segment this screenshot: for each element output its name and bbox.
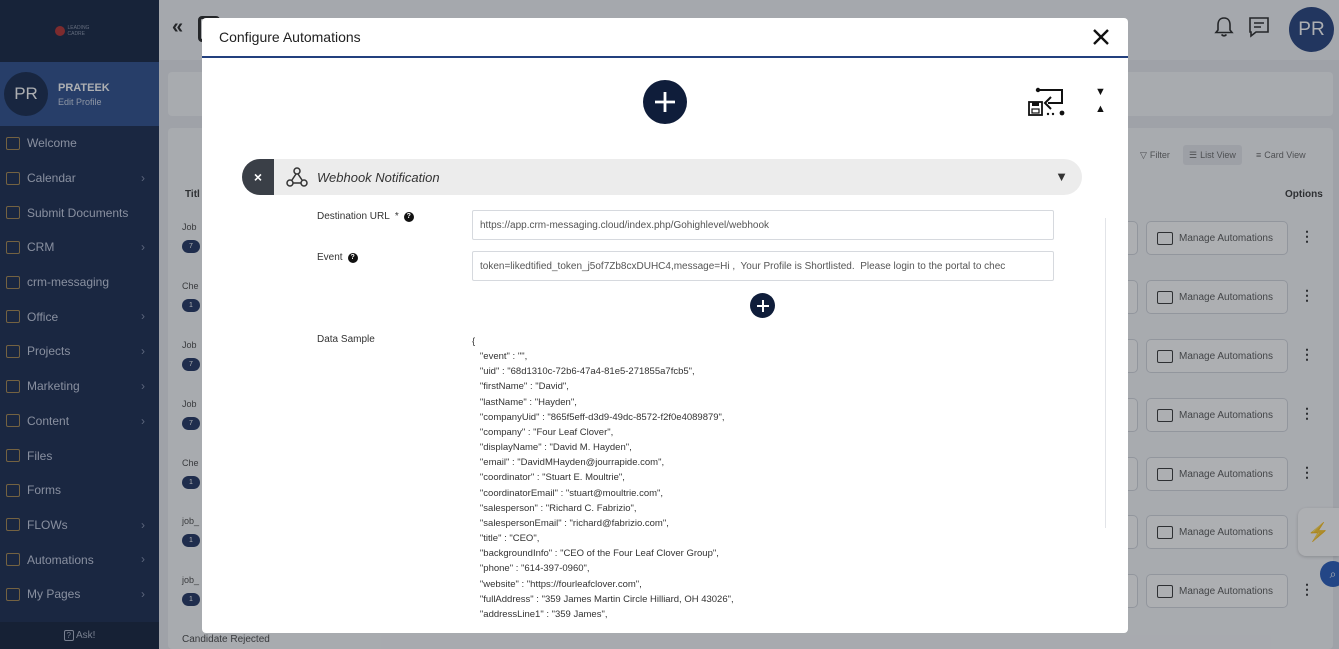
- help-icon[interactable]: ?: [347, 252, 358, 263]
- event-input[interactable]: [472, 251, 1054, 281]
- data-sample-line: "event" : "",: [472, 351, 528, 363]
- data-sample-label: Data Sample: [317, 334, 375, 345]
- close-icon[interactable]: [1090, 26, 1112, 48]
- required-marker: *: [394, 211, 399, 222]
- destination-url-label: Destination URL * ?: [317, 211, 414, 222]
- data-sample-line: "addressLine1" : "359 James",: [472, 608, 608, 620]
- data-sample-line: "fullAddress" : "359 James Martin Circle…: [472, 593, 734, 605]
- data-sample-line: {: [472, 336, 476, 347]
- event-label: Event ?: [317, 252, 358, 263]
- plus-icon: [756, 299, 769, 312]
- destination-url-input[interactable]: [472, 210, 1054, 240]
- data-sample-line: "uid" : "68d1310c-72b6-47a4-81e5-271855a…: [472, 366, 695, 378]
- data-sample-line: "coordinator" : "Stuart E. Moultrie",: [472, 472, 625, 484]
- plus-icon: [655, 92, 675, 112]
- move-down-icon[interactable]: ▼: [1095, 86, 1106, 98]
- data-sample-line: "firstName" : "David",: [472, 381, 569, 393]
- event-text: Event: [317, 252, 343, 263]
- webhook-icon: [286, 167, 308, 187]
- move-up-icon[interactable]: ▲: [1095, 103, 1106, 115]
- data-sample-line: "backgroundInfo" : "CEO of the Four Leaf…: [472, 548, 719, 560]
- webhook-notification-step[interactable]: × Webhook Notification ▼: [242, 159, 1082, 195]
- data-sample-line: "email" : "DavidMHayden@jourrapide.com",: [472, 457, 665, 469]
- save-automation-icon[interactable]: [1028, 87, 1066, 117]
- modal-header: Configure Automations: [202, 18, 1128, 58]
- data-sample-line: "salespersonEmail" : "richard@fabrizio.c…: [472, 517, 669, 529]
- help-icon[interactable]: ?: [403, 211, 414, 222]
- data-sample-line: "displayName" : "David M. Hayden",: [472, 442, 632, 454]
- modal-title: Configure Automations: [219, 29, 361, 45]
- data-sample-line: "companyUid" : "865f5eff-d3d9-49dc-8572-…: [472, 411, 725, 423]
- data-sample-line: "phone" : "614-397-0960",: [472, 563, 590, 575]
- add-parameter-button[interactable]: [750, 293, 775, 318]
- expand-caret-icon[interactable]: ▼: [1055, 169, 1068, 184]
- data-sample-line: "website" : "https://fourleafclover.com"…: [472, 578, 642, 590]
- webhook-step-label: Webhook Notification: [317, 169, 440, 185]
- scrollbar-track[interactable]: [1105, 218, 1106, 528]
- data-sample-text: Data Sample: [317, 334, 375, 345]
- configure-automations-modal: Configure Automations ▼ ▲ × Webhook Noti…: [202, 18, 1128, 633]
- data-sample-line: "salesperson" : "Richard C. Fabrizio",: [472, 502, 637, 514]
- data-sample-line: "lastName" : "Hayden",: [472, 396, 577, 408]
- data-sample-line: "coordinatorEmail" : "stuart@moultrie.co…: [472, 487, 664, 499]
- data-sample-json: { "event" : "", "uid" : "68d1310c-72b6-4…: [472, 334, 734, 622]
- data-sample-line: "company" : "Four Leaf Clover",: [472, 426, 614, 438]
- data-sample-line: "title" : "CEO",: [472, 533, 540, 545]
- add-action-button[interactable]: [643, 80, 687, 124]
- remove-step-button[interactable]: ×: [242, 159, 274, 195]
- destination-url-text: Destination URL: [317, 211, 390, 222]
